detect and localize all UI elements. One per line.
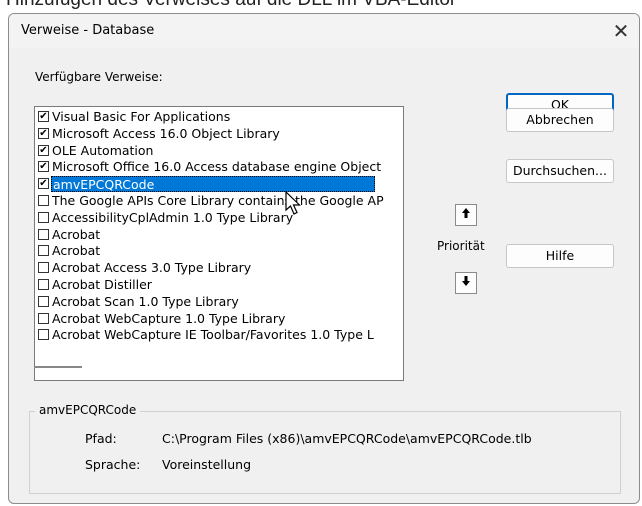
reference-item[interactable]: Acrobat Access 3.0 Type Library	[37, 260, 401, 276]
checkbox-checked-icon[interactable]: ✔	[38, 111, 49, 122]
checkbox-unchecked-icon[interactable]	[38, 245, 49, 257]
priority-up-button[interactable]	[455, 204, 477, 226]
arrow-up-icon	[461, 208, 471, 222]
reference-label: Visual Basic For Applications	[52, 109, 231, 124]
checkbox-unchecked-icon[interactable]	[38, 262, 49, 274]
reference-item[interactable]: ✔ Microsoft Access 16.0 Object Library	[37, 126, 401, 142]
window-title: Verweise - Database	[21, 23, 155, 38]
reference-label: amvEPCQRCode	[51, 176, 376, 193]
reference-label: OLE Automation	[52, 142, 154, 158]
checkbox-checked-icon[interactable]: ✔	[38, 127, 49, 139]
details-group-title: amvEPCQRCode	[35, 403, 141, 417]
reference-label: Acrobat	[52, 243, 101, 259]
priority-label: Priorität	[437, 239, 485, 253]
available-references-label: Verfügbare Verweise:	[35, 70, 163, 84]
cancel-button[interactable]: Abbrechen	[506, 108, 614, 132]
language-label: Sprache:	[85, 457, 141, 472]
reference-item[interactable]: ✔ Microsoft Office 16.0 Access database e…	[37, 159, 401, 175]
checkbox-unchecked-icon[interactable]	[38, 211, 49, 223]
checkbox-unchecked-icon[interactable]	[38, 329, 49, 341]
path-label: Pfad:	[85, 431, 117, 446]
reference-label: AccessibilityCplAdmin 1.0 Type Library	[52, 209, 294, 225]
checkbox-checked-icon[interactable]: ✔	[38, 161, 49, 173]
reference-label: Acrobat Distiller	[52, 277, 152, 292]
reference-label: Microsoft Office 16.0 Access database en…	[52, 159, 382, 175]
reference-item[interactable]: The Google APIs Core Library contains th…	[37, 193, 401, 209]
title-bar: Verweise - Database ✕	[9, 14, 639, 48]
checkbox-unchecked-icon[interactable]	[38, 279, 49, 290]
document-caption-strip: Hinzufügen des Verweises auf die DLL im …	[0, 0, 642, 14]
horizontal-scrollbar-thumb[interactable]	[34, 366, 82, 368]
help-button[interactable]: Hilfe	[506, 244, 614, 268]
reference-label: Acrobat Access 3.0 Type Library	[52, 260, 252, 276]
reference-details-group	[29, 411, 621, 494]
language-value: Voreinstellung	[162, 457, 252, 472]
reference-item[interactable]: ✔ amvEPCQRCode	[37, 176, 401, 193]
mouse-cursor-icon	[285, 190, 307, 220]
reference-item[interactable]: ✔ OLE Automation	[37, 143, 401, 159]
reference-item[interactable]: AccessibilityCplAdmin 1.0 Type Library	[37, 210, 401, 226]
reference-item[interactable]: ✔ Visual Basic For Applications	[37, 109, 401, 125]
reference-item[interactable]: Acrobat WebCapture IE Toolbar/Favorites …	[37, 327, 401, 343]
references-list[interactable]: ✔ Visual Basic For Applications ✔ Microsoft…	[34, 106, 404, 381]
checkbox-unchecked-icon[interactable]	[38, 295, 49, 307]
references-dialog: Verweise - Database ✕ Verfügbare Verweis…	[8, 13, 640, 504]
reference-item[interactable]: Acrobat Scan 1.0 Type Library	[37, 294, 401, 310]
arrow-down-icon	[461, 276, 471, 290]
reference-label: Acrobat Scan 1.0 Type Library	[52, 293, 239, 309]
checkbox-checked-icon[interactable]: ✔	[38, 144, 49, 156]
reference-label: Acrobat WebCapture 1.0 Type Library	[52, 310, 286, 326]
reference-label: The Google APIs Core Library contains th…	[52, 193, 384, 208]
close-icon[interactable]: ✕	[607, 18, 635, 44]
reference-label: Microsoft Access 16.0 Object Library	[52, 125, 280, 141]
path-value: C:\Program Files (x86)\amvEPCQRCode\amvE…	[162, 431, 532, 446]
reference-item[interactable]: Acrobat	[37, 243, 401, 259]
checkbox-unchecked-icon[interactable]	[38, 195, 49, 206]
reference-label: Acrobat	[52, 226, 101, 242]
priority-down-button[interactable]	[455, 272, 477, 294]
reference-label: Acrobat WebCapture IE Toolbar/Favorites …	[52, 327, 374, 343]
checkbox-checked-icon[interactable]: ✔	[38, 178, 49, 190]
reference-item[interactable]: Acrobat	[37, 227, 401, 243]
reference-item[interactable]: Acrobat Distiller	[37, 277, 401, 293]
checkbox-unchecked-icon[interactable]	[38, 312, 49, 324]
checkbox-unchecked-icon[interactable]	[38, 228, 49, 240]
reference-item[interactable]: Acrobat WebCapture 1.0 Type Library	[37, 311, 401, 327]
document-caption: Hinzufügen des Verweises auf die DLL im …	[6, 0, 456, 11]
browse-button[interactable]: Durchsuchen...	[506, 159, 614, 183]
